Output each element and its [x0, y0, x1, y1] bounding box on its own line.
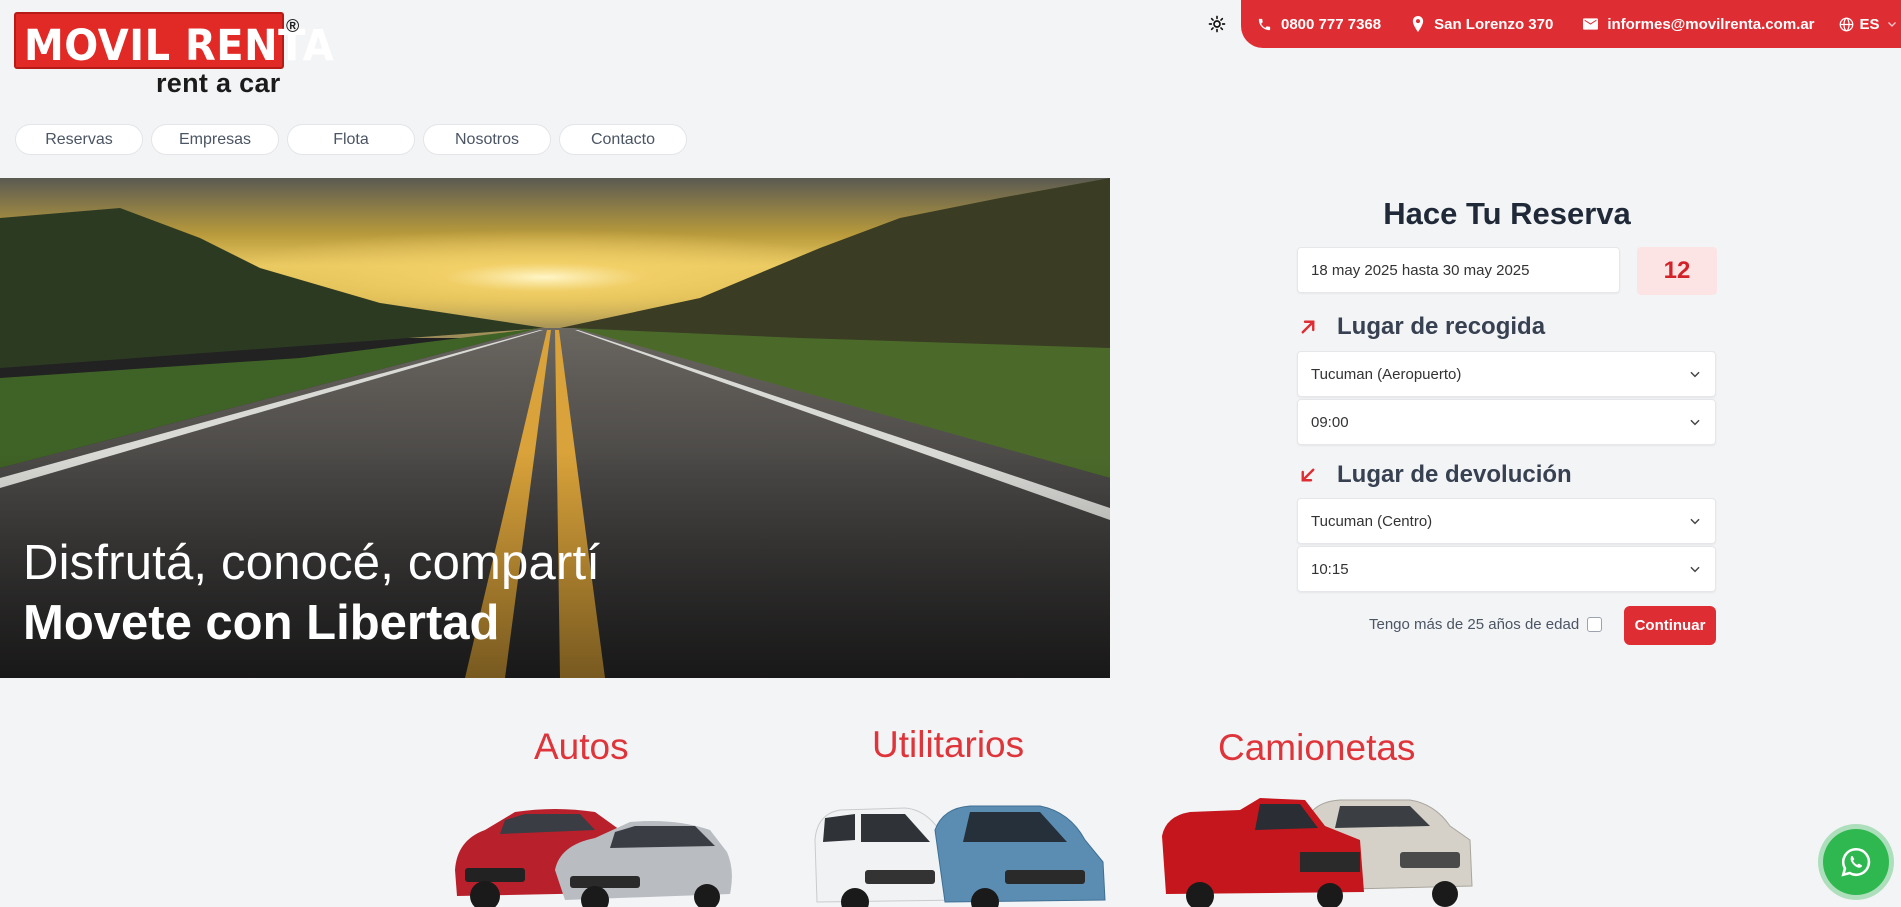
date-row: 18 may 2025 hasta 30 may 2025 12: [1297, 247, 1717, 295]
rental-days-badge: 12: [1637, 247, 1717, 295]
pickup-time-value: 09:00: [1311, 413, 1349, 431]
email-text: informes@movilrenta.com.ar: [1607, 15, 1815, 33]
pickup-time-select[interactable]: 09:00: [1297, 399, 1716, 445]
dropoff-time-value: 10:15: [1311, 560, 1349, 578]
camionetas-trucks-image[interactable]: [1160, 796, 1475, 907]
language-selector[interactable]: ES: [1839, 16, 1898, 33]
address-text: San Lorenzo 370: [1434, 15, 1554, 33]
theme-toggle-button[interactable]: [1206, 13, 1228, 35]
pickup-location-value: Tucuman (Aeropuerto): [1311, 365, 1462, 383]
nav-item-empresas[interactable]: Empresas: [151, 124, 279, 155]
email-link[interactable]: informes@movilrenta.com.ar: [1583, 15, 1815, 33]
phone-icon: [1258, 18, 1271, 30]
age-confirmation: Tengo más de 25 años de edad: [1369, 616, 1603, 633]
globe-icon: [1839, 17, 1853, 31]
logo-tagline: rent a car: [156, 68, 281, 98]
brand-logo[interactable]: MOVIL RENTA ® rent a car: [14, 12, 334, 98]
dropoff-time-select[interactable]: 10:15: [1297, 546, 1716, 592]
hero-title: Movete con Libertad: [23, 596, 500, 650]
nav-item-contacto[interactable]: Contacto: [559, 124, 687, 155]
pickup-heading: Lugar de recogida: [1297, 313, 1545, 341]
nav-item-flota[interactable]: Flota: [287, 124, 415, 155]
logo-box: MOVIL RENTA: [14, 12, 334, 71]
date-range-input[interactable]: 18 may 2025 hasta 30 may 2025: [1297, 247, 1620, 293]
chevron-down-icon: [1887, 22, 1896, 27]
continue-button[interactable]: Continuar: [1624, 606, 1716, 645]
sun-icon: [1208, 15, 1226, 33]
arrow-down-left-icon: [1299, 466, 1319, 484]
contact-bar: 0800 777 7368 San Lorenzo 370 informes@m…: [1241, 0, 1901, 48]
chevron-down-icon: [1690, 518, 1700, 525]
arrow-up-right-icon: [1299, 318, 1319, 336]
main-nav: Reservas Empresas Flota Nosotros Contact…: [15, 124, 687, 155]
map-pin-icon: [1412, 16, 1424, 32]
booking-form: Hace Tu Reserva 18 may 2025 hasta 30 may…: [1297, 196, 1717, 645]
whatsapp-icon: [1841, 847, 1871, 877]
chevron-down-icon: [1690, 371, 1700, 378]
mail-icon: [1583, 18, 1599, 30]
whatsapp-button[interactable]: [1823, 829, 1889, 895]
nav-item-reservas[interactable]: Reservas: [15, 124, 143, 155]
utilitarios-vans-image[interactable]: [795, 800, 1110, 907]
pickup-heading-text: Lugar de recogida: [1337, 313, 1546, 340]
logo-registered-mark: ®: [286, 16, 300, 36]
category-title-utilitarios[interactable]: Utilitarios: [872, 724, 1024, 766]
chevron-down-icon: [1690, 566, 1700, 573]
age-checkbox[interactable]: [1587, 617, 1603, 632]
pickup-location-select[interactable]: Tucuman (Aeropuerto): [1297, 351, 1716, 397]
hero-banner: Disfrutá, conocé, compartí Movete con Li…: [0, 178, 1110, 678]
hero-subtitle: Disfrutá, conocé, compartí: [23, 536, 601, 590]
nav-item-nosotros[interactable]: Nosotros: [423, 124, 551, 155]
dropoff-heading: Lugar de devolución: [1297, 461, 1572, 489]
chevron-down-icon: [1690, 419, 1700, 426]
booking-title: Hace Tu Reserva: [1383, 196, 1631, 231]
autos-cars-image[interactable]: [445, 800, 735, 907]
dropoff-location-select[interactable]: Tucuman (Centro): [1297, 498, 1716, 544]
category-title-autos[interactable]: Autos: [534, 726, 629, 768]
dropoff-heading-text: Lugar de devolución: [1337, 461, 1572, 488]
category-title-camionetas[interactable]: Camionetas: [1218, 727, 1415, 769]
dropoff-location-value: Tucuman (Centro): [1311, 512, 1433, 530]
phone-number: 0800 777 7368: [1281, 15, 1382, 33]
phone-link[interactable]: 0800 777 7368: [1257, 16, 1381, 33]
language-code: ES: [1859, 15, 1880, 33]
age-label: Tengo más de 25 años de edad: [1369, 616, 1580, 633]
address-link[interactable]: San Lorenzo 370: [1411, 16, 1553, 33]
